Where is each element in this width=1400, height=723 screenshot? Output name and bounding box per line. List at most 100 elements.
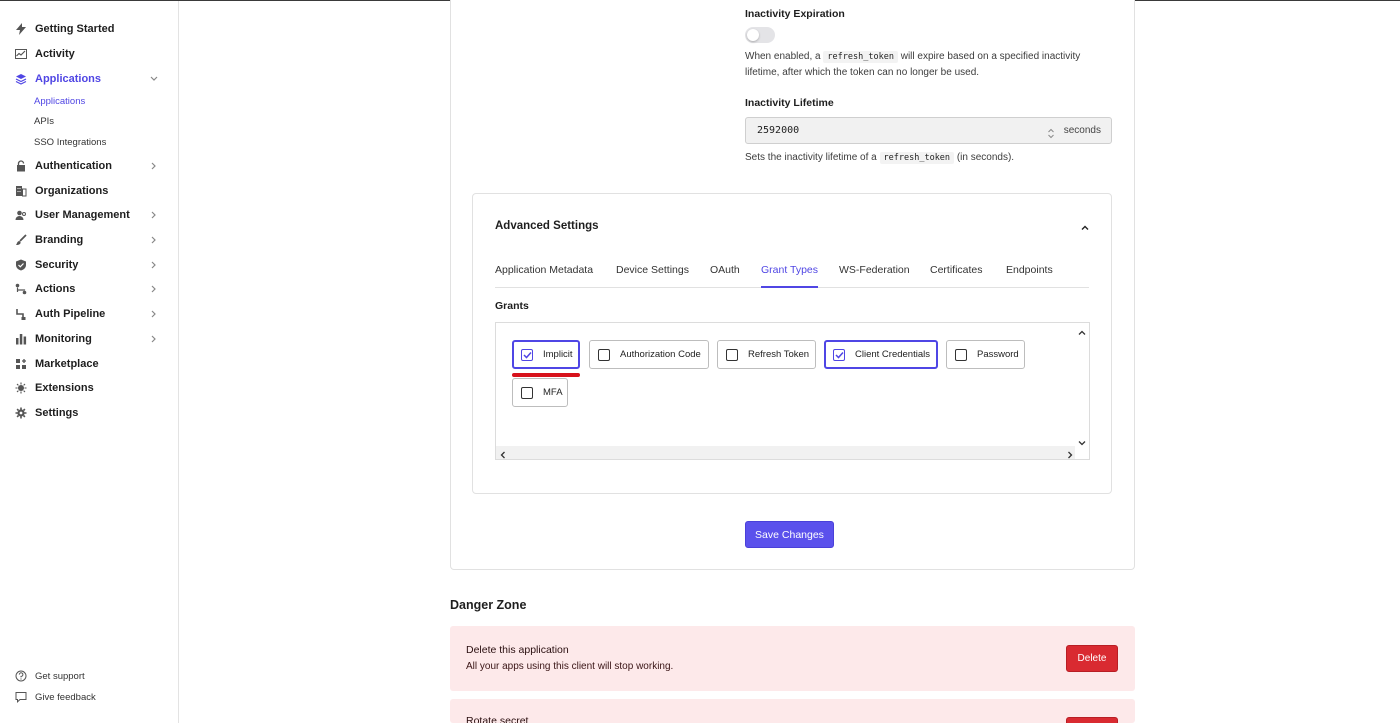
sidebar-item-label: Monitoring xyxy=(35,333,92,345)
refresh-token-checkbox[interactable] xyxy=(726,348,738,361)
shield-icon xyxy=(15,259,27,271)
sidebar-item-user-management[interactable]: User Management xyxy=(0,203,178,227)
tab-oauth[interactable]: OAuth xyxy=(710,264,740,280)
sidebar-item-label: Settings xyxy=(35,407,79,419)
grant-label: Implicit xyxy=(543,349,573,360)
give-feedback-link[interactable]: Give feedback xyxy=(15,689,96,705)
grant-label: MFA xyxy=(543,387,563,398)
inactivity-lifetime-help: Sets the inactivity lifetime of a refres… xyxy=(745,150,1105,166)
users-icon xyxy=(15,209,27,221)
refresh-token-code: refresh_token xyxy=(823,51,898,63)
chevron-right-icon[interactable] xyxy=(148,283,160,295)
tab-endpoints[interactable]: Endpoints xyxy=(1006,264,1053,280)
help-circle-icon xyxy=(15,670,27,682)
pipeline-icon xyxy=(15,308,27,320)
bar-chart-icon xyxy=(15,333,27,345)
layers-icon xyxy=(15,73,27,85)
sidebar-item-getting-started[interactable]: Getting Started xyxy=(0,17,178,41)
sidebar-item-monitoring[interactable]: Monitoring xyxy=(0,327,178,351)
sidebar-item-label: Getting Started xyxy=(35,23,115,35)
sidebar-item-marketplace[interactable]: Marketplace xyxy=(0,352,178,376)
scroll-down-arrow-icon[interactable] xyxy=(1077,435,1087,446)
grant-client-credentials[interactable]: Client Credentials xyxy=(824,340,938,369)
advanced-settings-title: Advanced Settings xyxy=(495,220,599,232)
inactivity-expiration-label: Inactivity Expiration xyxy=(745,8,845,20)
sidebar-item-auth-pipeline[interactable]: Auth Pipeline xyxy=(0,302,178,326)
sidebar-subitem-applications[interactable]: Applications xyxy=(34,95,85,109)
sidebar-item-activity[interactable]: Activity xyxy=(0,42,178,66)
chevron-right-icon[interactable] xyxy=(148,259,160,271)
highlight-underline xyxy=(512,373,580,377)
password-checkbox[interactable] xyxy=(955,348,967,361)
save-changes-button[interactable]: Save Changes xyxy=(745,521,834,548)
chevron-right-icon[interactable] xyxy=(148,160,160,172)
inactivity-lifetime-input[interactable]: 2592000 seconds xyxy=(745,117,1112,144)
active-tab-indicator xyxy=(761,286,818,288)
sidebar-item-label: Activity xyxy=(35,48,75,60)
sidebar-item-extensions[interactable]: Extensions xyxy=(0,376,178,400)
rotate-secret-row: Rotate secret xyxy=(450,699,1135,723)
authorization-code-checkbox[interactable] xyxy=(598,348,610,361)
sidebar-item-label: Extensions xyxy=(35,382,94,394)
chat-bubble-icon xyxy=(15,691,27,703)
sidebar-item-organizations[interactable]: Organizations xyxy=(0,179,178,203)
sidebar-item-label: Applications xyxy=(35,73,102,85)
client-credentials-checkbox[interactable] xyxy=(833,348,845,361)
sidebar-item-label: Actions xyxy=(35,283,76,295)
chevron-right-icon[interactable] xyxy=(148,308,160,320)
sidebar-item-applications[interactable]: Applications xyxy=(0,67,178,91)
sidebar-item-security[interactable]: Security xyxy=(0,253,178,277)
chevron-down-icon[interactable] xyxy=(148,73,160,85)
implicit-checkbox[interactable] xyxy=(521,348,533,361)
sidebar-subitem-sso-integrations[interactable]: SSO Integrations xyxy=(34,136,106,150)
rotate-button[interactable] xyxy=(1066,717,1118,723)
grant-mfa[interactable]: MFA xyxy=(512,378,568,407)
activity-chart-icon xyxy=(15,48,27,60)
sidebar-item-label: Branding xyxy=(35,234,84,246)
number-stepper-icon[interactable] xyxy=(1047,126,1055,139)
help-text: (in seconds). xyxy=(956,152,1015,163)
tab-certificates[interactable]: Certificates xyxy=(930,264,983,280)
sidebar-subitem-apis[interactable]: APIs xyxy=(34,115,54,129)
sidebar-item-label: Security xyxy=(35,259,79,271)
tab-ws-federation[interactable]: WS-Federation xyxy=(839,264,910,280)
sidebar-item-label: User Management xyxy=(35,209,130,221)
grant-password[interactable]: Password xyxy=(946,340,1025,369)
help-text: will expire based on a specified inactiv… xyxy=(900,51,1081,62)
scroll-up-arrow-icon[interactable] xyxy=(1077,325,1087,335)
sidebar-item-branding[interactable]: Branding xyxy=(0,228,178,252)
inactivity-expiration-help: When enabled, a refresh_token will expir… xyxy=(745,49,1105,80)
rotate-secret-title: Rotate secret xyxy=(466,715,529,723)
delete-application-title: Delete this application xyxy=(466,644,569,656)
grant-label: Password xyxy=(977,349,1019,360)
sidebar: Getting Started Activity Applications Ap… xyxy=(0,1,179,723)
mfa-checkbox[interactable] xyxy=(521,386,533,399)
delete-button[interactable]: Delete xyxy=(1066,645,1118,672)
toggle-knob xyxy=(747,29,759,41)
chevron-right-icon[interactable] xyxy=(148,234,160,246)
sidebar-item-authentication[interactable]: Authentication xyxy=(0,154,178,178)
grant-label: Authorization Code xyxy=(620,349,701,360)
inactivity-expiration-toggle[interactable] xyxy=(745,27,775,43)
tab-application-metadata[interactable]: Application Metadata xyxy=(495,264,593,280)
sidebar-item-settings[interactable]: Settings xyxy=(0,401,178,425)
grant-refresh-token[interactable]: Refresh Token xyxy=(717,340,816,369)
chevron-right-icon[interactable] xyxy=(148,209,160,221)
grant-authorization-code[interactable]: Authorization Code xyxy=(589,340,709,369)
scroll-right-arrow-icon[interactable] xyxy=(1065,447,1075,459)
tab-grant-types[interactable]: Grant Types xyxy=(761,264,818,280)
scroll-left-arrow-icon[interactable] xyxy=(498,447,508,459)
refresh-token-code: refresh_token xyxy=(879,152,955,164)
chevron-up-icon[interactable] xyxy=(1079,221,1091,233)
grant-implicit[interactable]: Implicit xyxy=(512,340,580,369)
chevron-right-icon[interactable] xyxy=(148,333,160,345)
get-support-link[interactable]: Get support xyxy=(15,668,85,684)
help-text: Sets the inactivity lifetime of a xyxy=(745,152,877,163)
inactivity-lifetime-label: Inactivity Lifetime xyxy=(745,97,834,109)
horizontal-scrollbar[interactable] xyxy=(496,446,1075,459)
delete-application-description: All your apps using this client will sto… xyxy=(466,661,674,672)
brush-icon xyxy=(15,234,27,246)
sidebar-item-actions[interactable]: Actions xyxy=(0,277,178,301)
grant-label: Client Credentials xyxy=(855,349,930,360)
tab-device-settings[interactable]: Device Settings xyxy=(616,264,689,280)
